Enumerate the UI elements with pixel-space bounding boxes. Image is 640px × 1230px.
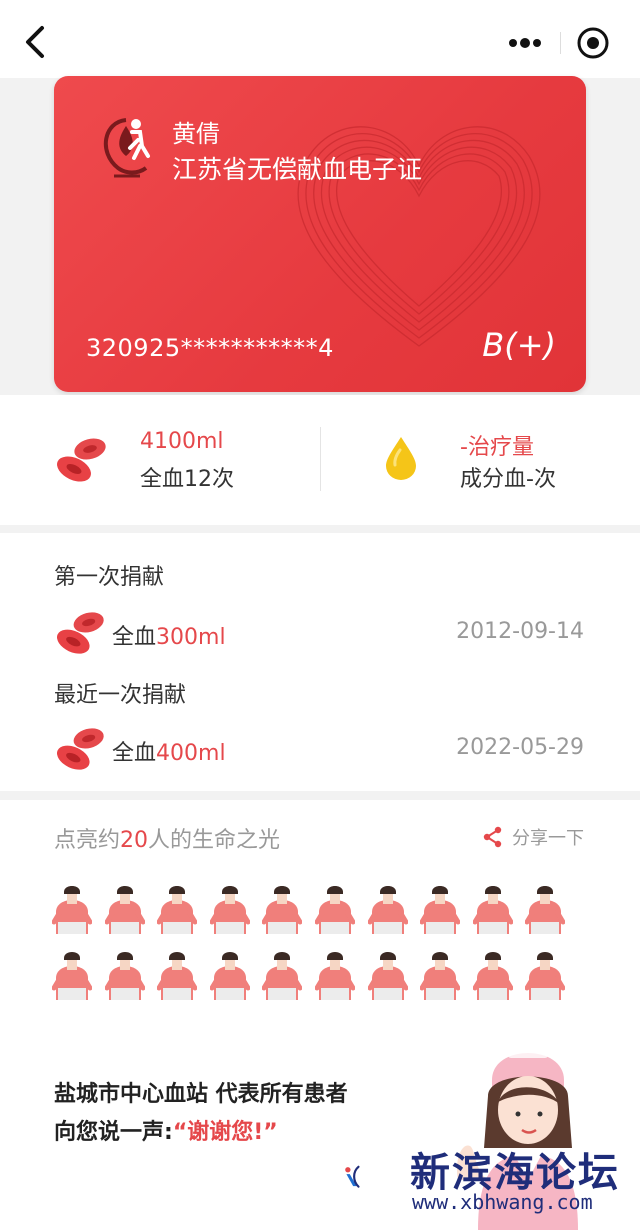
person-icon — [209, 952, 250, 1000]
person-icon — [420, 952, 461, 1000]
person-icon — [420, 886, 461, 934]
red-blood-cell-icon — [56, 612, 104, 654]
person-icon — [104, 952, 145, 1000]
share-label: 分享一下 — [512, 828, 584, 849]
donation-history: 第一次捐献 全血300ml 2012-09-14 最近一次捐献 全血400ml … — [0, 533, 640, 791]
person-icon — [262, 886, 303, 934]
latest-donation-detail: 全血400ml — [112, 735, 226, 767]
top-bar — [0, 0, 640, 78]
life-impact-title: 点亮约20人的生命之光 — [54, 822, 280, 854]
thanks-line-1: 盐城市中心血站 代表所有患者 — [54, 1082, 348, 1107]
watermark-url: www.xbhwang.com — [412, 1190, 593, 1214]
person-icon — [104, 886, 145, 934]
person-icon — [314, 952, 355, 1000]
site-watermark-logo-icon — [345, 1165, 360, 1188]
thanks-line-2: 向您说一声:“谢谢您!” — [54, 1114, 278, 1146]
person-icon — [209, 886, 250, 934]
first-donation-type: 全血 — [112, 625, 157, 650]
person-icon — [52, 886, 92, 934]
person-icon — [525, 952, 566, 1000]
blood-type: B(+) — [482, 326, 556, 364]
person-icon — [525, 886, 566, 934]
share-button[interactable]: 分享一下 — [482, 824, 584, 850]
first-donation-detail: 全血300ml — [112, 619, 226, 651]
close-mini-program-icon[interactable] — [576, 26, 610, 60]
thanks-quote: “谢谢您!” — [172, 1120, 278, 1145]
red-blood-cell-icon — [56, 728, 104, 770]
people-grid — [52, 882, 592, 1000]
latest-donation-date: 2022-05-29 — [456, 735, 584, 760]
blood-donation-logo-icon — [103, 118, 150, 178]
life-title-suffix: 人的生命之光 — [148, 828, 281, 853]
plasma-drop-icon — [386, 437, 416, 480]
person-icon — [157, 952, 198, 1000]
capsule-divider — [560, 32, 561, 54]
person-icon — [472, 952, 513, 1000]
person-icon — [367, 952, 408, 1000]
red-blood-cell-icon — [57, 438, 106, 482]
lives-count: 20 — [120, 828, 149, 853]
first-donation-title: 第一次捐献 — [54, 565, 165, 590]
card-title: 江苏省无偿献血电子证 — [172, 155, 423, 184]
id-number: 320925***********4 — [86, 334, 334, 362]
person-icon — [157, 886, 198, 934]
more-options-icon[interactable] — [505, 30, 545, 56]
person-icon — [367, 886, 408, 934]
latest-donation-amount: 400ml — [156, 741, 226, 766]
first-donation-date: 2012-09-14 — [456, 619, 584, 644]
person-icon — [52, 952, 92, 1000]
donation-stats: 4100ml 全血12次 -治疗量 成分血-次 — [0, 395, 640, 525]
person-icon — [262, 952, 303, 1000]
whole-blood-volume: 4100ml — [140, 429, 224, 454]
thanks-prefix: 向您说一声: — [54, 1120, 173, 1145]
first-donation-amount: 300ml — [156, 625, 226, 650]
component-count: 成分血-次 — [460, 467, 556, 492]
latest-donation-title: 最近一次捐献 — [54, 683, 187, 708]
latest-donation-type: 全血 — [112, 741, 157, 766]
life-title-prefix: 点亮约 — [54, 828, 121, 853]
donor-name: 黄倩 — [172, 120, 220, 148]
person-icon — [314, 886, 355, 934]
back-arrow-icon[interactable] — [18, 22, 54, 62]
person-icon — [472, 886, 513, 934]
share-icon — [483, 826, 502, 848]
donor-card: 黄倩 江苏省无偿献血电子证 320925***********4 B(+) — [54, 76, 586, 392]
component-volume: -治疗量 — [460, 435, 534, 460]
whole-blood-count: 全血12次 — [140, 467, 234, 492]
stats-divider — [320, 427, 321, 491]
